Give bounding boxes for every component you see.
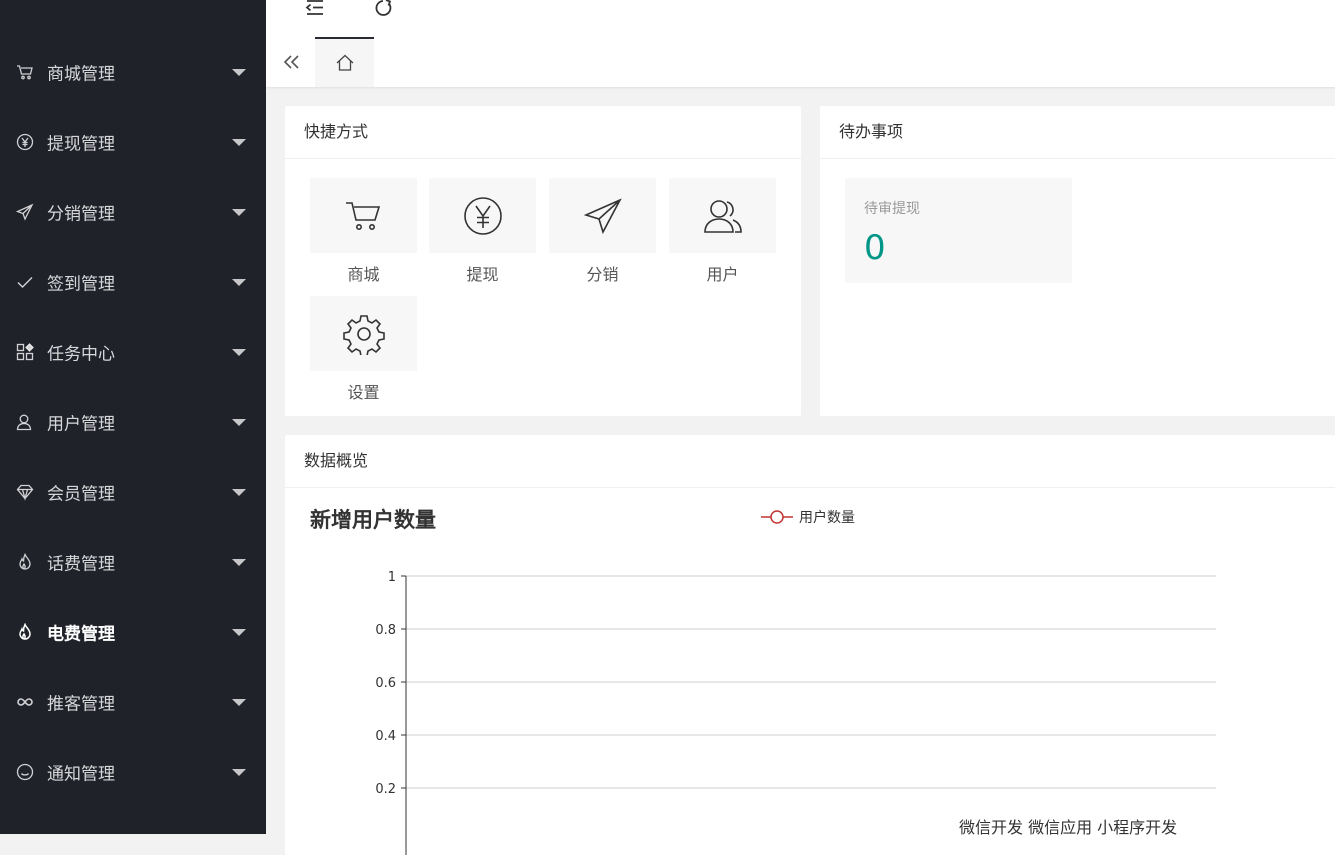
todo-card: 待办事项 待审提现 0 <box>820 106 1335 416</box>
sidebar-item-electric-bill[interactable]: 电费管理 <box>0 597 266 667</box>
chevron-down-icon <box>232 699 246 706</box>
todo-pending-withdrawals[interactable]: 待审提现 0 <box>845 178 1072 283</box>
chevron-down-icon <box>232 209 246 216</box>
sidebar-item-label: 推客管理 <box>47 694 115 715</box>
todo-item-count: 0 <box>864 228 886 268</box>
chevron-down-icon <box>232 349 246 356</box>
sidebar-item-label: 通知管理 <box>47 764 115 785</box>
sidebar: 商城管理 提现管理 分销管理 签到管理 任务中心 用户管理 会员管理 话费管理 … <box>0 0 266 834</box>
infinity-icon <box>16 693 34 711</box>
sidebar-item-label: 任务中心 <box>47 344 115 365</box>
sidebar-item-mall[interactable]: 商城管理 <box>0 37 266 107</box>
sidebar-item-label: 电费管理 <box>47 624 115 645</box>
shortcut-label: 用户 <box>706 265 739 284</box>
sidebar-item-members[interactable]: 会员管理 <box>0 457 266 527</box>
tabs-scroll-left-button[interactable] <box>266 37 316 87</box>
chevron-down-icon <box>232 769 246 776</box>
chevron-down-icon <box>232 629 246 636</box>
shortcuts-title: 快捷方式 <box>285 106 801 159</box>
chevron-down-icon <box>232 489 246 496</box>
yen-icon <box>16 133 34 151</box>
sidebar-item-withdraw[interactable]: 提现管理 <box>0 107 266 177</box>
sidebar-item-notifications[interactable]: 通知管理 <box>0 737 266 807</box>
double-chevron-left-icon <box>283 55 299 69</box>
apps-icon <box>16 343 34 361</box>
chevron-down-icon <box>232 419 246 426</box>
sidebar-item-label: 签到管理 <box>47 274 115 295</box>
sidebar-item-tasks[interactable]: 任务中心 <box>0 317 266 387</box>
check-icon <box>16 273 34 291</box>
users-icon <box>703 199 742 233</box>
sidebar-item-label: 用户管理 <box>47 414 115 435</box>
shortcut-users[interactable]: 用户 <box>669 178 776 285</box>
chart-plot: 1 0.8 0.6 0.4 0.2 微信开发 微信应用 小程序开发 <box>375 570 1216 855</box>
refresh-icon[interactable] <box>372 0 396 18</box>
home-icon <box>336 54 353 71</box>
sidebar-item-label: 会员管理 <box>47 484 115 505</box>
sidebar-item-label: 分销管理 <box>47 204 115 225</box>
shortcut-label: 提现 <box>466 265 499 284</box>
top-header <box>266 0 1335 38</box>
collapse-menu-icon[interactable] <box>303 0 327 18</box>
todo-item-label: 待审提现 <box>864 201 920 217</box>
cart-icon <box>16 63 34 81</box>
sidebar-item-phone-bill[interactable]: 话费管理 <box>0 527 266 597</box>
sidebar-item-distribution[interactable]: 分销管理 <box>0 177 266 247</box>
shortcut-distribution[interactable]: 分销 <box>549 178 656 285</box>
y-axis-tick-label: 0.4 <box>375 729 396 744</box>
sidebar-item-signin[interactable]: 签到管理 <box>0 247 266 317</box>
todo-title: 待办事项 <box>820 106 1335 159</box>
shortcut-mall[interactable]: 商城 <box>310 178 417 285</box>
cart-icon <box>345 201 380 230</box>
sidebar-item-label: 提现管理 <box>47 134 115 155</box>
send-icon <box>583 197 622 234</box>
y-axis-tick-label: 0.2 <box>375 782 396 797</box>
shortcut-label: 分销 <box>586 265 619 284</box>
y-axis-tick-label: 0.6 <box>375 676 396 691</box>
yen-icon <box>463 196 502 235</box>
diamond-icon <box>16 483 34 501</box>
send-icon <box>16 203 34 221</box>
sidebar-item-label: 话费管理 <box>47 554 115 575</box>
shortcut-settings[interactable]: 设置 <box>310 296 417 403</box>
chevron-down-icon <box>232 559 246 566</box>
shortcut-withdraw[interactable]: 提现 <box>429 178 536 285</box>
gear-icon <box>342 314 385 355</box>
sidebar-item-label: 商城管理 <box>47 64 115 85</box>
fire-icon <box>16 553 34 571</box>
sidebar-item-promoters[interactable]: 推客管理 <box>0 667 266 737</box>
x-axis-tick-labels: 微信开发 微信应用 小程序开发 <box>959 818 1177 837</box>
sidebar-item-users[interactable]: 用户管理 <box>0 387 266 457</box>
fire-icon <box>16 623 34 641</box>
chevron-down-icon <box>232 279 246 286</box>
shortcut-label: 设置 <box>347 383 380 402</box>
tab-home[interactable] <box>315 37 374 87</box>
y-axis-tick-label: 1 <box>388 570 396 585</box>
user-icon <box>16 413 34 431</box>
tabs-bar <box>266 37 1335 87</box>
shortcut-label: 商城 <box>347 265 380 284</box>
overview-card: 数据概览 新增用户数量 用户数量 1 0.8 0.6 0.4 0.2 微信开发 微信应用 … <box>285 435 1335 855</box>
shortcuts-card: 快捷方式 商城 提现 分销 用户 设置 <box>285 106 801 416</box>
smile-icon <box>16 763 34 781</box>
chevron-down-icon <box>232 69 246 76</box>
chevron-down-icon <box>232 139 246 146</box>
y-axis-tick-label: 0.8 <box>375 623 396 638</box>
